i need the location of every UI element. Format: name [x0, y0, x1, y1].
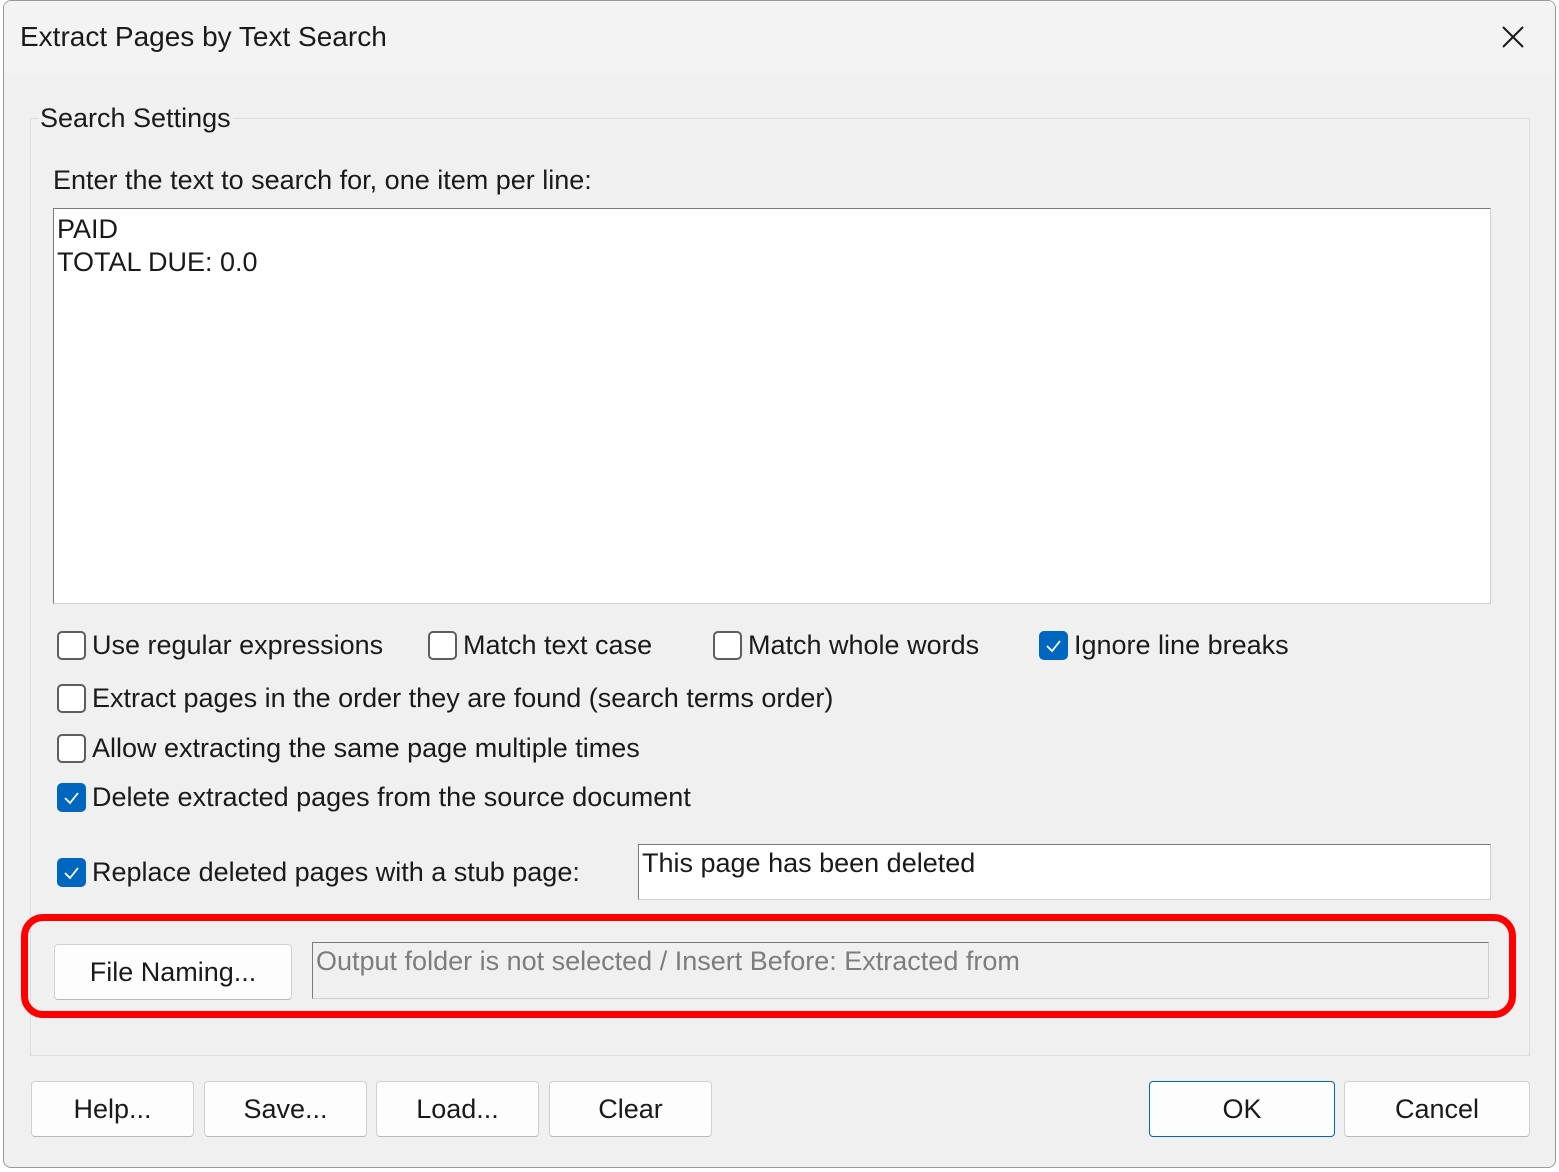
title-bar: Extract Pages by Text Search [4, 1, 1555, 73]
search-prompt-label: Enter the text to search for, one item p… [53, 165, 592, 195]
use-regex-label: Use regular expressions [92, 630, 384, 660]
checkbox-box [57, 631, 86, 660]
load-button[interactable]: Load... [376, 1081, 539, 1137]
replace-with-stub-checkbox[interactable]: Replace deleted pages with a stub page: [57, 857, 580, 888]
checkbox-box [57, 783, 86, 812]
allow-multiple-label: Allow extracting the same page multiple … [92, 733, 640, 763]
checkbox-box [57, 684, 86, 713]
match-case-checkbox[interactable]: Match text case [428, 630, 652, 661]
replace-with-stub-label: Replace deleted pages with a stub page: [92, 857, 580, 887]
match-case-label: Match text case [463, 630, 653, 660]
ok-button[interactable]: OK [1149, 1081, 1335, 1137]
checkmark-icon [1046, 640, 1061, 653]
ignore-line-breaks-checkbox[interactable]: Ignore line breaks [1039, 630, 1289, 661]
ignore-line-breaks-label: Ignore line breaks [1074, 630, 1289, 660]
checkbox-box [57, 858, 86, 887]
extract-in-order-label: Extract pages in the order they are foun… [92, 683, 834, 713]
checkbox-box [1039, 631, 1068, 660]
save-button[interactable]: Save... [204, 1081, 367, 1137]
checkbox-box [713, 631, 742, 660]
allow-multiple-checkbox[interactable]: Allow extracting the same page multiple … [57, 733, 640, 764]
file-naming-summary: Output folder is not selected / Insert B… [312, 942, 1489, 999]
stub-text-input[interactable]: This page has been deleted [638, 844, 1491, 900]
checkmark-icon [64, 792, 79, 805]
file-naming-button[interactable]: File Naming... [54, 944, 292, 1000]
dialog-title: Extract Pages by Text Search [20, 21, 387, 52]
help-button[interactable]: Help... [31, 1081, 194, 1137]
delete-extracted-checkbox[interactable]: Delete extracted pages from the source d… [57, 782, 691, 813]
match-whole-words-checkbox[interactable]: Match whole words [713, 630, 979, 661]
clear-button[interactable]: Clear [549, 1081, 712, 1137]
use-regex-checkbox[interactable]: Use regular expressions [57, 630, 383, 661]
close-button[interactable] [1471, 1, 1555, 73]
match-whole-words-label: Match whole words [748, 630, 980, 660]
checkbox-box [428, 631, 457, 660]
delete-extracted-label: Delete extracted pages from the source d… [92, 782, 691, 812]
extract-pages-dialog: Extract Pages by Text Search Search Sett… [3, 0, 1556, 1168]
search-settings-legend: Search Settings [38, 103, 233, 134]
checkmark-icon [64, 867, 79, 880]
close-icon [1502, 26, 1524, 48]
extract-in-order-checkbox[interactable]: Extract pages in the order they are foun… [57, 683, 833, 714]
cancel-button[interactable]: Cancel [1344, 1081, 1530, 1137]
search-text-area[interactable]: PAID TOTAL DUE: 0.0 [53, 208, 1491, 604]
checkbox-box [57, 734, 86, 763]
